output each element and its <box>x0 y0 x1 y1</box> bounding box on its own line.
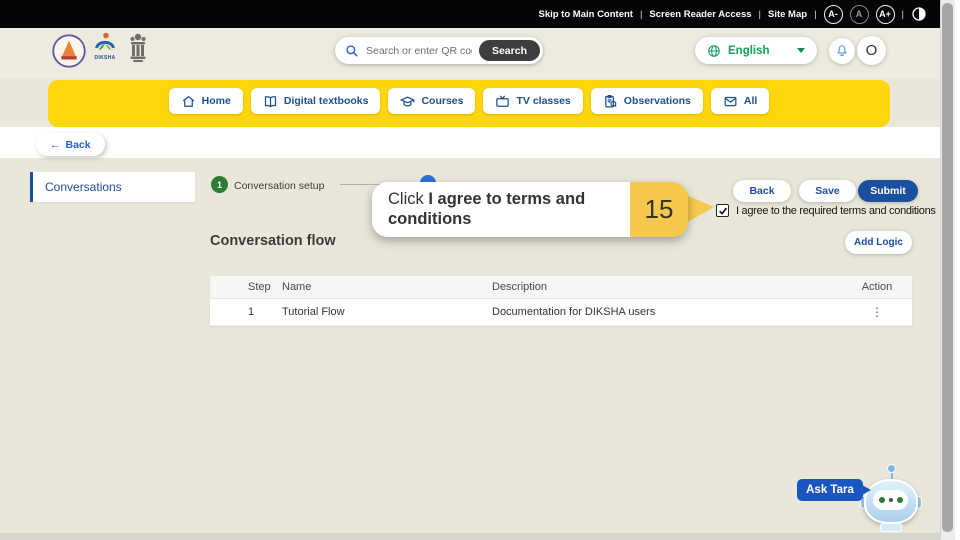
tooltip-step-badge: 15 <box>630 182 688 237</box>
column-header-name: Name <box>282 281 492 293</box>
row-actions-kebab-icon[interactable]: ⋮ <box>871 305 883 319</box>
ask-tara-bubble-tail <box>862 485 871 495</box>
sidebar-item-conversations[interactable]: Conversations <box>30 172 195 202</box>
robot-face <box>873 490 908 510</box>
submit-button[interactable]: Submit <box>858 180 918 202</box>
nav-observations-button[interactable]: Observations <box>591 88 703 114</box>
robot-eye-right <box>897 497 903 503</box>
column-header-action: Action <box>842 281 912 293</box>
stepper-step1-circle: 1 <box>211 176 228 193</box>
sidebar-item-label: Conversations <box>45 180 122 194</box>
font-decrease-button[interactable]: A- <box>824 5 843 24</box>
robot-antenna-ball <box>887 464 896 473</box>
clipboard-icon <box>603 94 618 109</box>
agree-terms-row: I agree to the required terms and condit… <box>716 204 936 217</box>
table-row: 1 Tutorial Flow Documentation for DIKSHA… <box>210 299 912 326</box>
screen-reader-link[interactable]: Screen Reader Access <box>649 9 751 20</box>
tooltip-text: Click I agree to terms and conditions <box>372 182 630 237</box>
graduation-cap-icon <box>400 94 415 109</box>
accessibility-bar: Skip to Main Content | Screen Reader Acc… <box>0 0 941 28</box>
nav-label: TV classes <box>516 95 570 107</box>
mail-icon <box>723 94 738 109</box>
nav-label: Courses <box>421 95 463 107</box>
check-icon <box>718 206 728 216</box>
separator: | <box>814 9 816 20</box>
font-increase-button[interactable]: A+ <box>876 5 895 24</box>
globe-icon <box>707 44 721 58</box>
search-icon <box>345 44 359 58</box>
back-label: Back <box>66 139 91 151</box>
diksha-app: Skip to Main Content | Screen Reader Acc… <box>0 0 960 540</box>
cell-description: Documentation for DIKSHA users <box>492 306 842 318</box>
chevron-down-icon <box>797 48 805 53</box>
column-header-description: Description <box>492 281 842 293</box>
form-back-button[interactable]: Back <box>733 180 791 202</box>
nav-home-button[interactable]: Home <box>169 88 243 114</box>
nav-digital-textbooks-button[interactable]: Digital textbooks <box>251 88 381 114</box>
separator: | <box>902 9 904 20</box>
bell-icon <box>835 44 849 58</box>
back-button[interactable]: ← Back <box>36 133 105 156</box>
robot-eye-left <box>879 497 885 503</box>
table-header-row: Step Name Description Action <box>210 276 912 299</box>
contrast-toggle-icon[interactable] <box>911 6 927 22</box>
language-selector[interactable]: English <box>695 37 817 64</box>
search-bar: Search <box>335 37 543 64</box>
home-icon <box>181 94 196 109</box>
back-arrow-icon: ← <box>50 139 61 151</box>
search-button[interactable]: Search <box>479 40 540 61</box>
india-emblem-logo <box>127 33 149 65</box>
cell-step: 1 <box>210 306 282 318</box>
nav-label: Observations <box>624 95 691 107</box>
diksha-logo: DIKSHA <box>90 31 120 61</box>
main-nav: Home Digital textbooks Courses <box>48 80 890 127</box>
nav-label: Home <box>202 95 231 107</box>
language-label: English <box>728 45 770 57</box>
conversation-flow-table: Step Name Description Action 1 Tutorial … <box>210 276 912 326</box>
back-strip <box>0 127 941 158</box>
agree-terms-label: I agree to the required terms and condit… <box>736 205 936 217</box>
ask-tara-button[interactable]: Ask Tara <box>797 479 863 501</box>
tamilnadu-emblem-logo <box>52 34 86 68</box>
tara-robot-icon[interactable] <box>860 464 920 534</box>
robot-nose <box>889 498 893 502</box>
notifications-button[interactable] <box>829 38 855 64</box>
add-logic-button[interactable]: Add Logic <box>845 231 912 254</box>
tooltip-pointer <box>684 194 714 224</box>
scrollbar-thumb[interactable] <box>942 3 953 532</box>
section-title: Conversation flow <box>210 233 336 249</box>
stepper-step1-label: Conversation setup <box>234 180 324 192</box>
cell-name: Tutorial Flow <box>282 306 492 318</box>
book-icon <box>263 94 278 109</box>
diksha-logo-text: DIKSHA <box>90 55 120 61</box>
font-normal-button[interactable]: A <box>850 5 869 24</box>
search-input[interactable] <box>366 45 472 57</box>
separator: | <box>640 9 642 20</box>
separator: | <box>759 9 761 20</box>
agree-terms-checkbox[interactable] <box>716 204 729 217</box>
nav-label: All <box>744 95 757 107</box>
site-map-link[interactable]: Site Map <box>768 9 807 20</box>
profile-avatar[interactable]: O <box>857 36 886 65</box>
nav-tv-classes-button[interactable]: TV classes <box>483 88 582 114</box>
tutorial-tooltip: Click I agree to terms and conditions 15 <box>372 182 688 237</box>
page-right-edge <box>955 0 960 540</box>
nav-all-button[interactable]: All <box>711 88 769 114</box>
tv-icon <box>495 94 510 109</box>
nav-courses-button[interactable]: Courses <box>388 88 475 114</box>
skip-to-main-link[interactable]: Skip to Main Content <box>538 9 632 20</box>
tooltip-prefix: Click <box>388 190 428 208</box>
profile-initial: O <box>866 42 878 59</box>
footer-strip <box>0 533 941 540</box>
robot-body <box>880 523 902 532</box>
nav-label: Digital textbooks <box>284 95 369 107</box>
save-button[interactable]: Save <box>799 180 856 202</box>
column-header-step: Step <box>210 281 282 293</box>
